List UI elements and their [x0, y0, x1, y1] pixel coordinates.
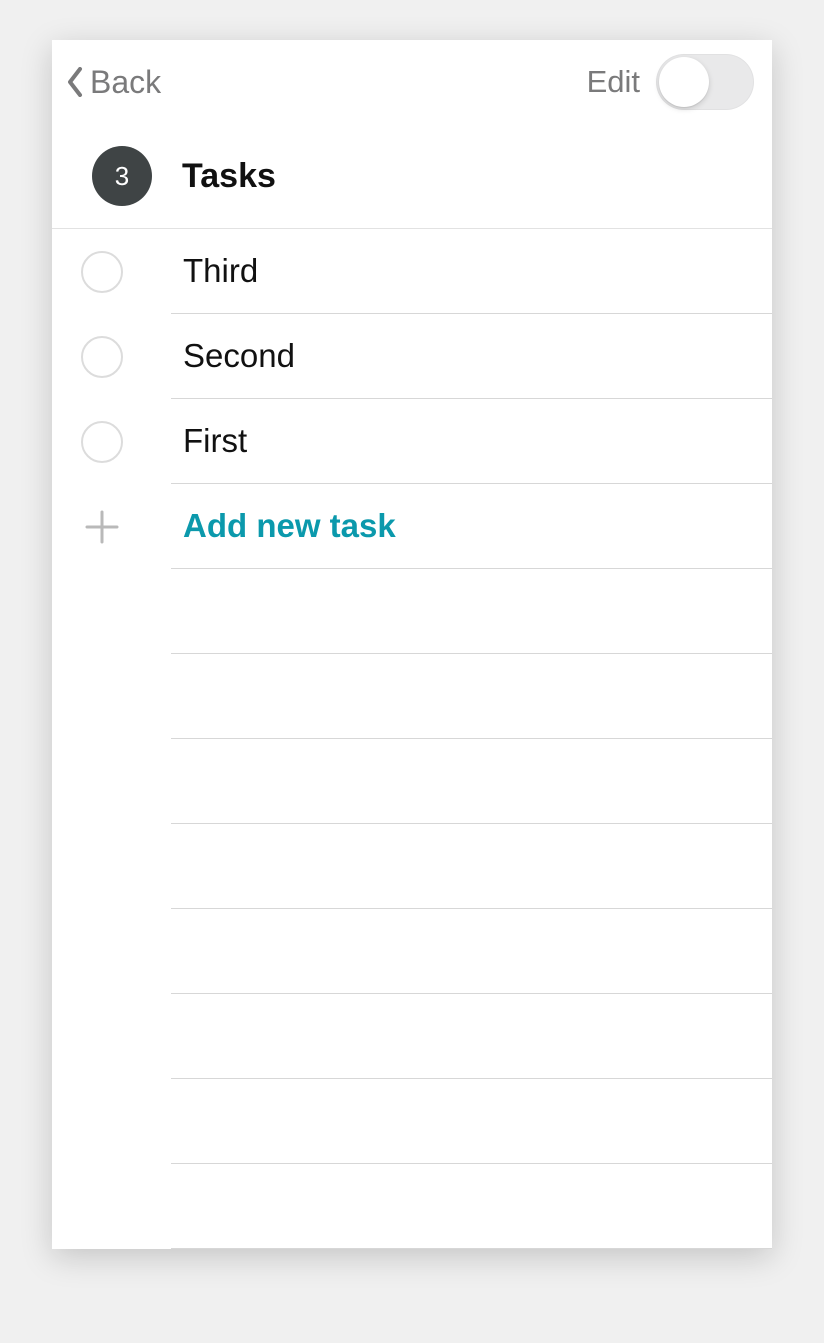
edit-toggle[interactable] [656, 54, 754, 110]
unchecked-circle-icon[interactable] [81, 251, 123, 293]
empty-line [171, 569, 772, 654]
empty-line [171, 1164, 772, 1249]
task-count-badge: 3 [92, 146, 152, 206]
add-task-body: Add new task [171, 484, 772, 569]
empty-ruled-area [52, 569, 772, 1249]
title-row: 3 Tasks [52, 132, 772, 229]
empty-line [171, 824, 772, 909]
task-body: Third [171, 229, 772, 314]
chevron-left-icon [66, 67, 84, 97]
task-label: Second [183, 337, 295, 375]
empty-line [171, 739, 772, 824]
empty-line [171, 994, 772, 1079]
task-row[interactable]: Second [52, 314, 772, 399]
task-row[interactable]: Third [52, 229, 772, 314]
task-body: Second [171, 314, 772, 399]
unchecked-circle-icon[interactable] [81, 336, 123, 378]
empty-line [171, 909, 772, 994]
unchecked-circle-icon[interactable] [81, 421, 123, 463]
task-row[interactable]: First [52, 399, 772, 484]
task-checkbox-gutter [52, 421, 171, 463]
back-button[interactable]: Back [66, 64, 161, 101]
toggle-knob [659, 57, 709, 107]
add-task-label: Add new task [183, 507, 396, 545]
page-title: Tasks [182, 157, 276, 196]
add-task-row[interactable]: Add new task [52, 484, 772, 569]
header-bar: Back Edit [52, 40, 772, 132]
task-checkbox-gutter [52, 336, 171, 378]
edit-label: Edit [587, 64, 640, 100]
back-label: Back [90, 64, 161, 101]
task-body: First [171, 399, 772, 484]
empty-line [171, 654, 772, 739]
task-checkbox-gutter [52, 251, 171, 293]
app-frame: Back Edit 3 Tasks Third Second [52, 40, 772, 1249]
add-task-gutter [52, 510, 171, 544]
empty-line [171, 1079, 772, 1164]
plus-icon [85, 510, 119, 544]
edit-group: Edit [587, 54, 754, 110]
task-label: First [183, 422, 247, 460]
task-label: Third [183, 252, 258, 290]
